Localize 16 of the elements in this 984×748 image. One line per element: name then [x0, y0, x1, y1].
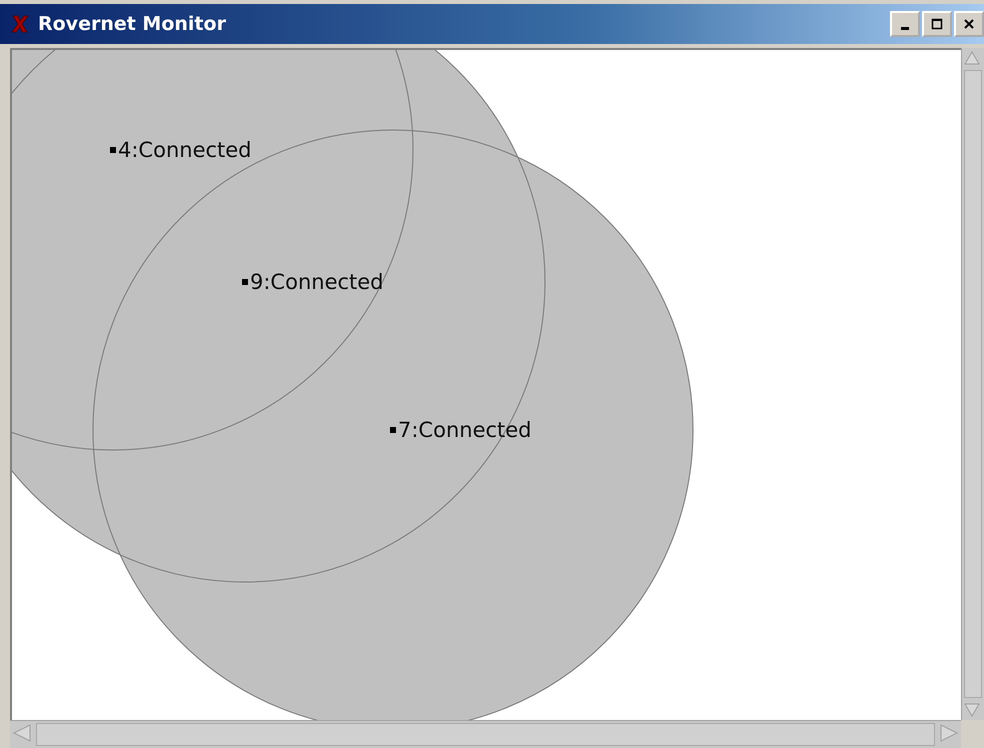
maximize-icon — [931, 18, 943, 30]
node-label: 4:Connected — [118, 137, 252, 163]
vertical-scrollbar[interactable] — [961, 48, 984, 720]
node-marker-icon — [110, 147, 116, 153]
close-icon — [963, 18, 975, 30]
close-button[interactable] — [954, 11, 984, 37]
node-marker-icon — [242, 279, 248, 285]
node-label: 9:Connected — [250, 269, 384, 295]
horizontal-scrollbar[interactable] — [10, 720, 961, 748]
node-marker-icon — [390, 427, 396, 433]
minimize-button[interactable] — [890, 11, 920, 37]
x-icon — [10, 14, 30, 34]
maximize-button[interactable] — [922, 11, 952, 37]
minimize-icon — [901, 27, 909, 30]
node-label: 7:Connected — [398, 417, 532, 443]
window-title: Rovernet Monitor — [38, 13, 226, 35]
